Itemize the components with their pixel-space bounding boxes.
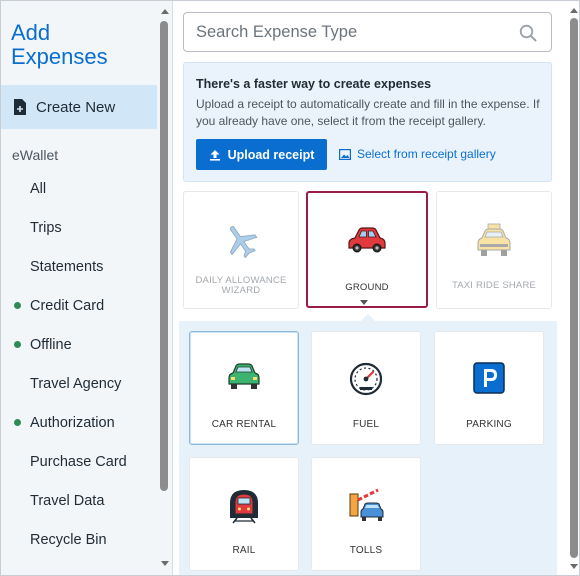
sidebar-scrollbar[interactable] <box>158 9 170 571</box>
subcategory-tile-fuel[interactable]: FUEL <box>311 331 421 445</box>
car-icon <box>348 227 386 253</box>
selection-pointer <box>361 314 375 321</box>
category-label: DAILY ALLOWANCE WIZARD <box>195 275 287 296</box>
ewallet-nav-list: All Trips Statements Credit Card Offline… <box>1 169 157 559</box>
parking-icon <box>473 362 505 394</box>
status-dot <box>14 302 21 309</box>
sidebar-item-label: Travel Data <box>30 492 105 509</box>
sidebar-item-label: Statements <box>30 258 104 275</box>
taxi-icon <box>477 223 511 256</box>
fuel-gauge-icon <box>349 362 383 396</box>
sidebar: Add Expenses Create New eWallet All Trip… <box>1 1 173 575</box>
receipt-gallery-label: Select from receipt gallery <box>357 147 496 161</box>
search-input[interactable] <box>184 22 504 42</box>
sidebar-item-label: All <box>30 180 47 197</box>
chevron-down-icon <box>360 300 368 305</box>
search-box <box>183 12 552 52</box>
ewallet-heading: eWallet <box>12 147 59 163</box>
main-scrollbar[interactable] <box>569 8 579 570</box>
category-tile-daily-allowance[interactable]: DAILY ALLOWANCE WIZARD <box>183 191 299 309</box>
subcategory-label: PARKING <box>466 419 512 430</box>
main-scroll-thumb[interactable] <box>570 18 578 558</box>
image-gallery-icon <box>339 148 351 160</box>
create-new-label: Create New <box>36 98 116 116</box>
upload-receipt-label: Upload receipt <box>227 147 315 162</box>
sidebar-title-text: Add Expenses <box>11 20 108 69</box>
toll-gate-icon <box>349 488 384 521</box>
sidebar-item-label: Recycle Bin <box>30 531 107 548</box>
search-icon[interactable] <box>519 24 537 42</box>
status-dot <box>14 419 21 426</box>
airplane-icon <box>229 226 258 259</box>
ground-subcategory-panel: CAR RENTAL FUEL PARKING RAIL TOLLS <box>179 321 557 575</box>
sidebar-item-label: Authorization <box>30 414 115 431</box>
new-document-icon <box>14 99 26 115</box>
upload-receipt-button[interactable]: Upload receipt <box>196 139 327 170</box>
subcategory-tile-rail[interactable]: RAIL <box>189 457 299 571</box>
receipt-gallery-link[interactable]: Select from receipt gallery <box>339 147 496 161</box>
scroll-down-icon[interactable] <box>570 564 578 569</box>
sidebar-item-authorization[interactable]: Authorization <box>1 403 157 442</box>
subcategory-tile-car-rental[interactable]: CAR RENTAL <box>189 331 299 445</box>
subcategory-label: RAIL <box>232 545 256 556</box>
subcategory-tile-tolls[interactable]: TOLLS <box>311 457 421 571</box>
sidebar-item-purchase-card[interactable]: Purchase Card <box>1 442 157 481</box>
sidebar-title: Add Expenses <box>11 21 121 69</box>
car-rental-icon <box>228 363 260 389</box>
sidebar-scroll-thumb[interactable] <box>160 21 168 491</box>
subcategory-label: FUEL <box>352 419 380 430</box>
sidebar-item-trips[interactable]: Trips <box>1 208 157 247</box>
sidebar-item-travel-data[interactable]: Travel Data <box>1 481 157 520</box>
subcategory-label: CAR RENTAL <box>211 419 277 430</box>
scroll-up-icon[interactable] <box>570 8 578 13</box>
promo-title: There's a faster way to create expenses <box>196 77 432 91</box>
sidebar-item-offline[interactable]: Offline <box>1 325 157 364</box>
status-dot <box>14 341 21 348</box>
category-tile-taxi-ride-share[interactable]: TAXI RIDE SHARE <box>436 191 552 309</box>
sidebar-item-recycle-bin[interactable]: Recycle Bin <box>1 520 157 559</box>
receipt-promo-banner: There's a faster way to create expenses … <box>183 62 552 182</box>
sidebar-item-statements[interactable]: Statements <box>1 247 157 286</box>
create-new-button[interactable]: Create New <box>1 85 157 129</box>
sidebar-item-label: Credit Card <box>30 297 105 314</box>
subcategory-label: TOLLS <box>349 545 383 556</box>
sidebar-item-all[interactable]: All <box>1 169 157 208</box>
category-label: GROUND <box>345 282 389 293</box>
category-tile-ground[interactable]: GROUND <box>306 191 428 308</box>
upload-icon <box>209 149 220 161</box>
subcategory-tile-parking[interactable]: PARKING <box>434 331 544 445</box>
train-icon <box>230 490 258 524</box>
sidebar-item-label: Offline <box>30 336 72 353</box>
main-panel: There's a faster way to create expenses … <box>174 1 568 575</box>
sidebar-item-label: Purchase Card <box>30 453 127 470</box>
scroll-up-icon[interactable] <box>161 9 169 14</box>
sidebar-item-travel-agency[interactable]: Travel Agency <box>1 364 157 403</box>
promo-text: Upload a receipt to automatically create… <box>196 97 540 128</box>
scroll-down-icon[interactable] <box>161 561 169 566</box>
sidebar-item-credit-card[interactable]: Credit Card <box>1 286 157 325</box>
category-label: TAXI RIDE SHARE <box>451 280 537 291</box>
sidebar-item-label: Trips <box>30 219 62 236</box>
sidebar-item-label: Travel Agency <box>30 375 122 392</box>
